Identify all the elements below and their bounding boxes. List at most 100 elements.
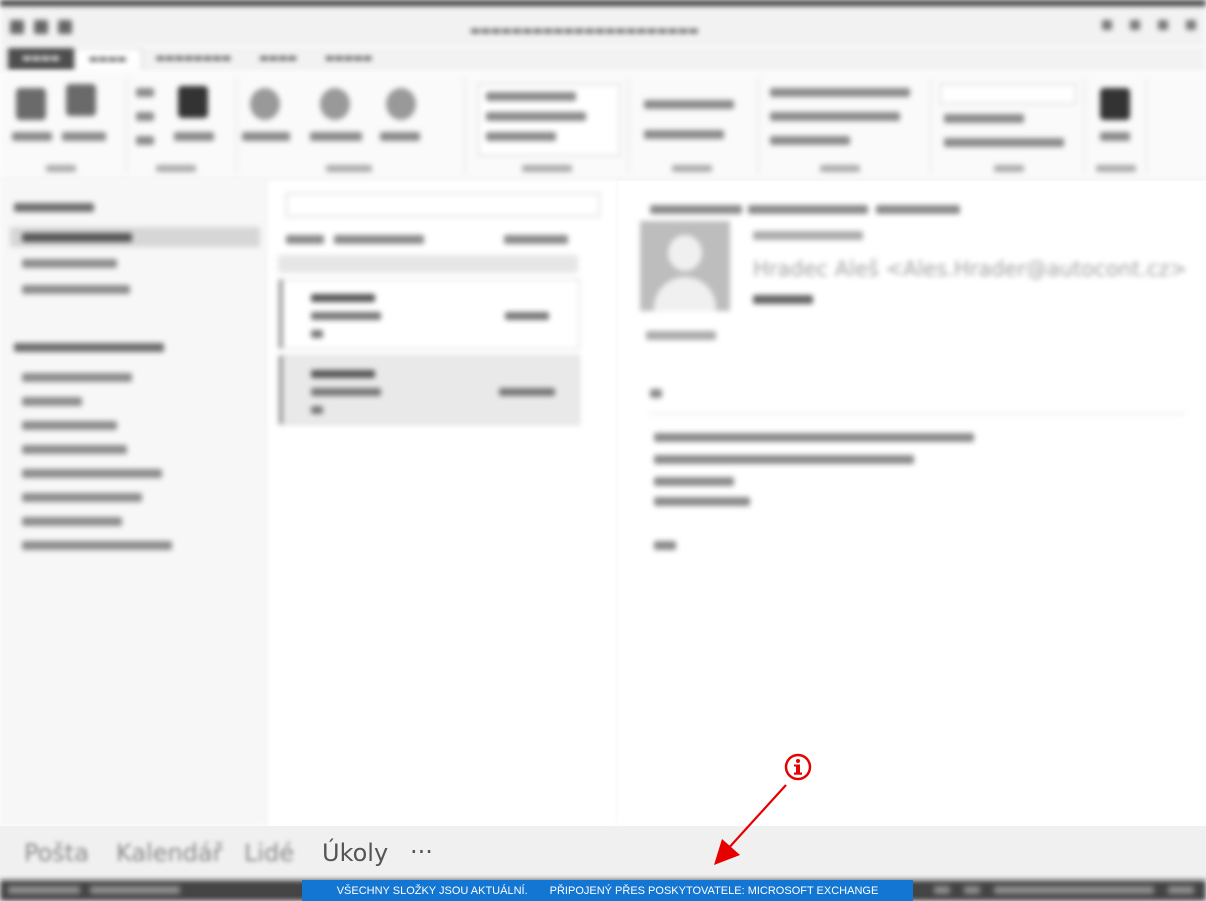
filter-all[interactable] <box>286 235 324 244</box>
new-email-label <box>12 132 52 141</box>
folder-item[interactable] <box>22 259 117 268</box>
normal-view-icon[interactable] <box>934 886 950 894</box>
folder-item[interactable] <box>22 541 172 550</box>
window-controls[interactable] <box>1102 20 1196 30</box>
categorize-button[interactable] <box>770 112 900 121</box>
folder-item[interactable] <box>22 493 142 502</box>
window-title: ▬▬▬▬▬▬▬▬▬▬▬▬▬▬▬▬▬▬▬▬▬▬ <box>470 24 699 37</box>
body-subject-line <box>654 497 750 506</box>
message-date <box>753 231 863 240</box>
quick-step-move[interactable] <box>486 92 576 101</box>
zoom-slider[interactable] <box>994 886 1154 894</box>
tab-view[interactable]: ▬▬▬▬▬ <box>311 48 386 70</box>
tab-folder[interactable]: ▬▬▬▬ <box>245 48 311 70</box>
filter-unread[interactable] <box>334 235 424 244</box>
folder-item[interactable] <box>22 517 122 526</box>
forward-button[interactable] <box>876 205 960 214</box>
filter-email-button[interactable] <box>944 138 1064 147</box>
ribbon-group-label <box>994 165 1024 172</box>
forward-icon[interactable] <box>386 88 416 120</box>
zoom-level[interactable] <box>1168 886 1194 894</box>
search-input[interactable] <box>286 193 600 217</box>
quick-step-team[interactable] <box>486 132 556 141</box>
ribbon-group-label <box>156 165 196 172</box>
mailbox-header[interactable] <box>14 343 164 352</box>
ribbon <box>0 72 1206 181</box>
follow-up-button[interactable] <box>770 136 850 145</box>
message-time <box>505 312 549 320</box>
unread-read-button[interactable] <box>770 88 910 97</box>
avatar <box>640 221 730 311</box>
ribbon-group-move <box>632 78 759 174</box>
store-icon[interactable] <box>1100 88 1130 120</box>
ribbon-group-delete <box>126 78 237 174</box>
new-items-icon[interactable] <box>66 84 96 116</box>
delete-label <box>174 132 214 141</box>
quick-access-toolbar[interactable] <box>10 20 72 34</box>
body-greeting <box>650 389 662 398</box>
new-items-label <box>62 132 106 141</box>
reply-all-button[interactable] <box>748 205 868 214</box>
ribbon-group-label <box>522 165 572 172</box>
reply-label <box>242 132 290 141</box>
new-email-icon[interactable] <box>16 88 46 120</box>
message-subject <box>753 295 813 304</box>
folder-item[interactable] <box>22 373 132 382</box>
ribbon-group-label <box>1096 165 1136 172</box>
forward-label <box>380 132 420 141</box>
status-folders-up-to-date: VŠECHNY SLOŽKY JSOU AKTUÁLNÍ. <box>336 884 528 897</box>
nav-mail[interactable]: Pošta <box>24 839 89 867</box>
move-button[interactable] <box>644 100 734 109</box>
message-sender <box>311 370 375 378</box>
reply-button[interactable] <box>650 205 742 214</box>
address-book-button[interactable] <box>944 114 1024 123</box>
body-to-line <box>654 477 734 486</box>
nav-people[interactable]: Lidé <box>244 839 294 867</box>
recipient-line <box>646 331 716 340</box>
folder-item[interactable] <box>22 285 130 294</box>
reply-all-icon[interactable] <box>320 88 350 120</box>
nav-tasks[interactable]: Úkoly <box>322 839 388 867</box>
delete-icon[interactable] <box>178 86 208 118</box>
sort-newest[interactable] <box>504 235 568 244</box>
status-items-count <box>8 886 80 894</box>
ribbon-tabs: ▬▬▬▬ ▬▬▬▬ ▬▬▬▬▬▬▬▬ ▬▬▬▬ ▬▬▬▬▬ <box>0 46 1206 72</box>
body-text <box>654 541 676 550</box>
list-item[interactable] <box>278 279 580 349</box>
tab-file[interactable]: ▬▬▬▬ <box>8 48 74 70</box>
ribbon-group-quick-steps <box>472 78 629 174</box>
favorites-header[interactable] <box>14 203 94 212</box>
folder-item[interactable] <box>22 445 127 454</box>
quick-step-manager[interactable] <box>486 112 586 121</box>
body-from-line <box>654 433 974 442</box>
title-bar: ▬▬▬▬▬▬▬▬▬▬▬▬▬▬▬▬▬▬▬▬▬▬ <box>0 0 1206 46</box>
junk-icon[interactable] <box>136 136 154 145</box>
nav-calendar[interactable]: Kalendář <box>116 839 222 867</box>
folder-item[interactable] <box>22 233 132 242</box>
message-preview <box>311 330 323 338</box>
message-subject <box>311 388 381 396</box>
body-divider <box>648 413 1186 414</box>
ribbon-group-label <box>672 165 712 172</box>
search-people-input[interactable] <box>940 84 1076 104</box>
nav-more-button[interactable]: ··· <box>410 838 433 866</box>
tab-home[interactable]: ▬▬▬▬ <box>73 47 142 71</box>
folder-item[interactable] <box>22 421 117 430</box>
folder-item[interactable] <box>22 469 162 478</box>
status-unread-count <box>90 886 180 894</box>
tab-send-receive[interactable]: ▬▬▬▬▬▬▬▬ <box>142 48 246 70</box>
navigation-bar: Pošta Kalendář Lidé Úkoly ··· <box>0 826 1206 880</box>
folder-pane <box>0 181 269 826</box>
message-preview <box>311 406 323 414</box>
sender-name: Hradec Aleš <Ales.Hrader@autocont.cz> <box>753 257 1188 281</box>
clean-up-icon[interactable] <box>136 112 154 121</box>
rules-button[interactable] <box>644 130 724 139</box>
ribbon-group-respond <box>236 78 465 174</box>
reading-view-icon[interactable] <box>964 886 980 894</box>
message-time <box>499 388 555 396</box>
ignore-icon[interactable] <box>136 88 154 97</box>
list-item[interactable] <box>278 355 580 425</box>
unread-indicator <box>279 356 283 424</box>
reply-icon[interactable] <box>250 88 280 120</box>
folder-item[interactable] <box>22 397 82 406</box>
